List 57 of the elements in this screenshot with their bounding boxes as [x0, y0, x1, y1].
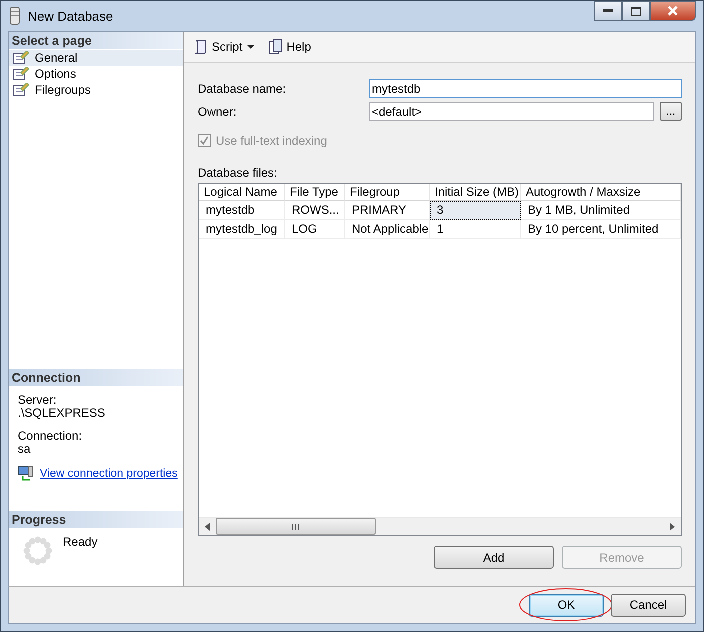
section-header: Connection — [9, 369, 183, 386]
page-icon — [13, 51, 29, 65]
horizontal-scrollbar[interactable] — [199, 517, 681, 535]
table-cell[interactable]: mytestdb_log — [199, 220, 285, 239]
column-header[interactable]: File Type — [285, 184, 345, 201]
page-item[interactable]: Options — [9, 66, 183, 82]
table-cell[interactable]: By 1 MB, Unlimited — [521, 201, 681, 220]
database-icon — [10, 7, 20, 25]
scroll-left-icon[interactable] — [205, 522, 210, 530]
database-name-field[interactable]: mytestdb — [369, 79, 682, 98]
connection-properties-link[interactable]: View connection properties — [40, 468, 178, 480]
spinner-icon — [23, 536, 53, 566]
minimize-icon — [603, 9, 613, 13]
browse-button[interactable]: ... — [660, 102, 682, 121]
close-button[interactable] — [650, 1, 696, 21]
maximize-icon — [631, 6, 641, 16]
owner-label: Owner: — [198, 104, 238, 118]
section-header: Progress — [9, 511, 183, 528]
progress-status: Ready — [63, 536, 98, 549]
column-header[interactable]: Filegroup — [345, 184, 430, 201]
window-title: New Database — [28, 8, 114, 24]
section-header: Select a page — [9, 32, 183, 49]
column-header[interactable]: Logical Name — [199, 184, 285, 201]
owner-field[interactable]: <default> — [369, 102, 654, 121]
table-cell[interactable]: 3 — [430, 201, 521, 220]
table-cell[interactable]: ROWS... — [285, 201, 345, 220]
table-cell[interactable]: By 10 percent, Unlimited — [521, 220, 681, 239]
table-cell[interactable]: Not Applicable — [345, 220, 430, 239]
server-value: .\SQLEXPRESS — [18, 407, 106, 420]
caret-icon — [246, 44, 256, 50]
grid-button[interactable]: Add — [434, 546, 554, 569]
database-files-label: Database files: — [198, 167, 278, 180]
connection-label: Connection: — [18, 430, 84, 443]
close-icon — [667, 6, 679, 16]
table-cell[interactable]: 1 — [430, 220, 521, 239]
help-button[interactable]: Help — [264, 37, 314, 57]
page-item[interactable]: General — [9, 50, 183, 66]
checkbox-label: Use full-text indexing — [216, 134, 328, 148]
table-cell[interactable]: LOG — [285, 220, 345, 239]
dialog-button[interactable]: Cancel — [611, 594, 686, 616]
server-label: Server: — [18, 394, 58, 407]
table-cell[interactable]: mytestdb — [199, 201, 285, 220]
minimize-button[interactable] — [594, 1, 622, 21]
page-icon — [13, 67, 29, 81]
column-header[interactable]: Autogrowth / Maxsize — [521, 184, 681, 201]
scroll-right-icon[interactable] — [670, 522, 675, 530]
page-icon — [13, 83, 29, 97]
computer-icon — [18, 466, 34, 482]
database-name-label: Database name: — [198, 82, 288, 96]
maximize-button[interactable] — [622, 1, 650, 21]
script-button[interactable]: Script — [190, 37, 259, 57]
scroll-icon — [193, 39, 209, 55]
help-icon — [268, 39, 284, 55]
grip-icon — [292, 524, 300, 530]
dialog-button[interactable]: OK — [529, 594, 604, 616]
connection-value: sa — [18, 443, 32, 456]
page-item[interactable]: Filegroups — [9, 82, 183, 98]
